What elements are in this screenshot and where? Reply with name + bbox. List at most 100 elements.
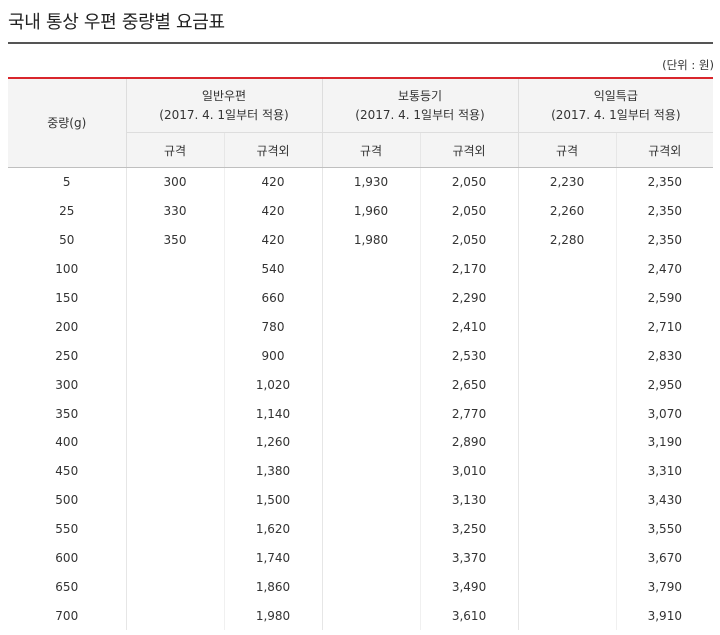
express-nonstandard-cell: 2,590 [615,283,714,313]
regular-nonstandard-cell: 780 [223,312,323,342]
postal-rate-table: 중량(g) 일반우편 (2017. 4. 1일부터 적용) 보통등기 (2017… [8,77,714,631]
regular-standard-cell: 300 [125,167,224,197]
regular-standard-cell [125,543,224,573]
regular-nonstandard-cell: 1,020 [223,370,323,400]
express-standard-cell [517,254,617,284]
group-header-express: 익일특급 (2017. 4. 1일부터 적용) [517,78,714,133]
registered-standard-cell: 1,930 [321,167,421,197]
sub-header-nonstandard: 규격외 [223,132,323,168]
regular-nonstandard-cell: 1,740 [223,543,323,573]
express-standard-cell [517,543,617,573]
weight-cell: 600 [55,551,79,566]
express-nonstandard-cell: 2,710 [615,312,714,342]
weight-cell: 100 [55,262,79,277]
regular-nonstandard-cell: 1,140 [223,399,323,429]
express-standard-cell: 2,230 [517,167,617,197]
weight-cell: 350 [55,406,79,421]
regular-nonstandard-cell: 1,500 [223,485,323,515]
registered-standard-cell [321,341,421,371]
regular-standard-cell [125,341,224,371]
registered-nonstandard-cell: 2,410 [419,312,519,342]
registered-nonstandard-cell: 2,050 [419,225,519,255]
express-nonstandard-cell: 3,190 [615,428,714,457]
regular-nonstandard-cell: 1,260 [223,428,323,457]
regular-standard-cell [125,312,224,342]
express-nonstandard-cell: 3,430 [615,485,714,515]
sub-header-standard: 규격 [517,132,617,168]
registered-standard-cell [321,254,421,284]
table-row: 300 1,020 2,650 2,950 [8,370,714,400]
registered-standard-cell [321,485,421,515]
regular-nonstandard-cell: 1,620 [223,514,323,544]
weight-cell: 50 [59,233,75,248]
weight-cell: 150 [55,291,79,305]
registered-standard-cell [321,456,421,486]
express-nonstandard-cell: 3,550 [615,514,714,544]
registered-standard-cell [321,283,421,313]
regular-standard-cell [125,572,224,602]
weight-cell: 300 [55,377,79,392]
registered-standard-cell [321,514,421,544]
registered-nonstandard-cell: 2,770 [419,399,519,429]
regular-standard-cell: 350 [125,225,224,255]
regular-nonstandard-cell: 420 [223,167,323,197]
title-divider [8,42,713,44]
weight-cell: 450 [55,464,79,479]
express-nonstandard-cell: 2,350 [615,167,714,197]
registered-nonstandard-cell: 2,050 [419,196,519,226]
group-note: (2017. 4. 1일부터 적용) [551,107,681,122]
table-row: 5 300 420 1,930 2,050 2,230 2,350 [8,167,714,197]
registered-nonstandard-cell: 3,010 [419,456,519,486]
table-row: 600 1,740 3,370 3,670 [8,543,714,573]
regular-nonstandard-cell: 1,860 [223,572,323,602]
regular-standard-cell [125,485,224,515]
table-row: 500 1,500 3,130 3,430 [8,485,714,515]
page-title: 국내 통상 우편 중량별 요금표 [8,12,225,33]
regular-standard-cell [125,399,224,429]
express-standard-cell: 2,280 [517,225,617,255]
express-nonstandard-cell: 3,790 [615,572,714,602]
regular-nonstandard-cell: 420 [223,225,323,255]
express-nonstandard-cell: 3,670 [615,543,714,573]
table-row: 200 780 2,410 2,710 [8,312,714,342]
registered-standard-cell [321,601,421,631]
registered-standard-cell: 1,960 [321,196,421,226]
table-row: 100 540 2,170 2,470 [8,254,714,284]
regular-standard-cell [125,283,224,313]
regular-nonstandard-cell: 1,380 [223,456,323,486]
regular-standard-cell: 330 [125,196,224,226]
express-standard-cell: 2,260 [517,196,617,226]
registered-standard-cell [321,370,421,400]
express-standard-cell [517,485,617,515]
registered-standard-cell: 1,980 [321,225,421,255]
weight-cell: 250 [55,348,79,363]
express-standard-cell [517,601,617,631]
express-standard-cell [517,456,617,486]
registered-standard-cell [321,428,421,457]
table-row: 450 1,380 3,010 3,310 [8,456,714,486]
regular-standard-cell [125,370,224,400]
registered-standard-cell [321,312,421,342]
sub-header-nonstandard: 규격외 [615,132,714,168]
regular-nonstandard-cell: 660 [223,283,323,313]
registered-nonstandard-cell: 3,250 [419,514,519,544]
unit-note: (단위 : 원) [662,58,714,72]
regular-nonstandard-cell: 900 [223,341,323,371]
express-standard-cell [517,572,617,602]
sub-header-nonstandard: 규격외 [419,132,519,168]
table-row: 50 350 420 1,980 2,050 2,280 2,350 [8,225,714,255]
express-nonstandard-cell: 2,470 [615,254,714,284]
regular-standard-cell [125,254,224,284]
regular-standard-cell [125,601,224,631]
express-standard-cell [517,283,617,313]
registered-nonstandard-cell: 3,490 [419,572,519,602]
express-nonstandard-cell: 2,950 [615,370,714,400]
regular-nonstandard-cell: 1,980 [223,601,323,631]
table-row: 550 1,620 3,250 3,550 [8,514,714,544]
group-header-registered: 보통등기 (2017. 4. 1일부터 적용) [321,78,519,133]
registered-nonstandard-cell: 2,290 [419,283,519,313]
group-name: 익일특급 [593,88,638,103]
table-row: 650 1,860 3,490 3,790 [8,572,714,602]
table-row: 400 1,260 2,890 3,190 [8,428,714,457]
registered-standard-cell [321,543,421,573]
